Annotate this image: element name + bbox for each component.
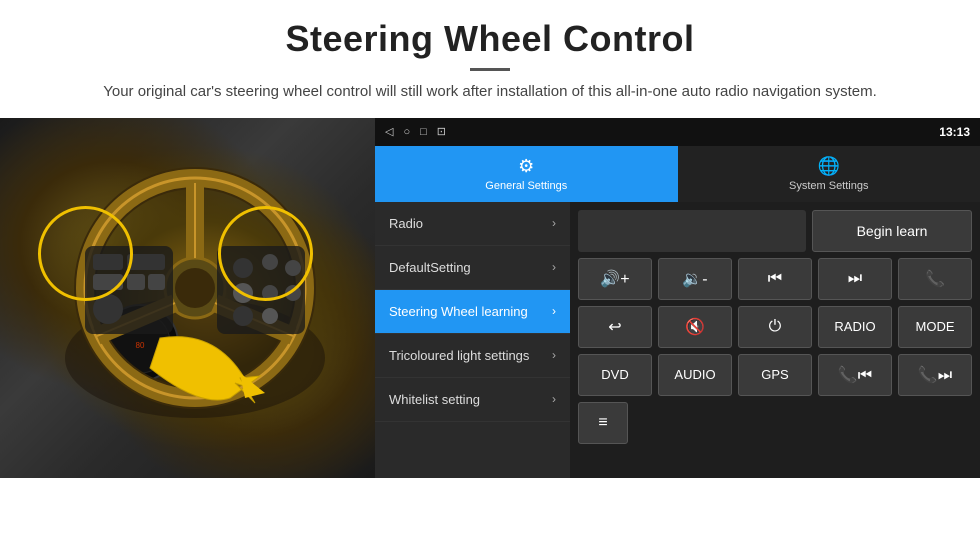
tab-system-label: System Settings — [789, 180, 868, 192]
menu-item-default[interactable]: DefaultSetting › — [375, 246, 570, 290]
tab-system[interactable]: 🌐 System Settings — [678, 146, 980, 202]
hamburger-icon: ≡ — [598, 414, 607, 432]
radio-button[interactable]: RADIO — [818, 306, 892, 348]
gps-button[interactable]: GPS — [738, 354, 812, 396]
prev-call-button[interactable]: 📞⏮ — [818, 354, 892, 396]
system-settings-icon: 🌐 — [818, 156, 840, 177]
highlight-right — [218, 206, 313, 301]
title-divider — [470, 68, 510, 71]
phone-button[interactable]: 📞 — [898, 258, 972, 300]
power-button[interactable]: ⏻ — [738, 306, 812, 348]
nav-cast[interactable]: ⊡ — [437, 125, 446, 138]
nav-home[interactable]: ○ — [403, 126, 410, 138]
menu-default-label: DefaultSetting — [389, 260, 471, 275]
subtitle-text: Your original car's steering wheel contr… — [60, 81, 920, 104]
phone-icon: 📞 — [925, 269, 945, 289]
menu-item-radio[interactable]: Radio › — [375, 202, 570, 246]
menu-tricoloured-label: Tricoloured light settings — [389, 348, 529, 363]
arrow-svg — [140, 318, 270, 418]
hook-button[interactable]: ↩ — [578, 306, 652, 348]
key-display — [578, 210, 806, 252]
vol-up-icon: 🔊+ — [600, 269, 629, 289]
page-title: Steering Wheel Control — [60, 18, 920, 60]
mode-button[interactable]: MODE — [898, 306, 972, 348]
chevron-icon: › — [552, 348, 556, 362]
menu-radio-label: Radio — [389, 216, 423, 231]
general-settings-icon: ⚙ — [518, 156, 534, 177]
nav-buttons: ◁ ○ □ ⊡ — [385, 125, 446, 138]
tab-bar: ⚙ General Settings 🌐 System Settings — [375, 146, 980, 202]
tab-general[interactable]: ⚙ General Settings — [375, 146, 678, 202]
controls-row-3: DVD AUDIO GPS 📞⏮ 📞⏭ — [578, 354, 972, 396]
chevron-icon: › — [552, 216, 556, 230]
nav-recent[interactable]: □ — [420, 126, 427, 138]
right-controls: Begin learn 🔊+ 🔉- ⏮ ⏭ — [570, 202, 980, 478]
menu-item-steering[interactable]: Steering Wheel learning › — [375, 290, 570, 334]
controls-row-1: 🔊+ 🔉- ⏮ ⏭ 📞 — [578, 258, 972, 300]
content-area: Radio › DefaultSetting › Steering Wheel … — [375, 202, 980, 478]
next-track-icon: ⏭ — [848, 270, 862, 288]
status-bar: ◁ ○ □ ⊡ 13:13 — [375, 118, 980, 146]
main-content: 80 — [0, 118, 980, 478]
menu-whitelist-label: Whitelist setting — [389, 392, 480, 407]
power-icon: ⏻ — [769, 318, 782, 336]
nav-back[interactable]: ◁ — [385, 125, 393, 138]
top-row: Begin learn — [578, 210, 972, 252]
menu-icon-button[interactable]: ≡ — [578, 402, 628, 444]
chevron-icon: › — [552, 260, 556, 274]
left-menu: Radio › DefaultSetting › Steering Wheel … — [375, 202, 570, 478]
prev-call-icon: 📞⏮ — [838, 365, 872, 385]
menu-item-whitelist[interactable]: Whitelist setting › — [375, 378, 570, 422]
menu-steering-label: Steering Wheel learning — [389, 304, 528, 319]
next-call-button[interactable]: 📞⏭ — [898, 354, 972, 396]
status-time: 13:13 — [939, 125, 970, 139]
tab-general-label: General Settings — [485, 180, 567, 192]
menu-item-tricoloured[interactable]: Tricoloured light settings › — [375, 334, 570, 378]
vol-down-button[interactable]: 🔉- — [658, 258, 732, 300]
mute-button[interactable]: 🔇 — [658, 306, 732, 348]
audio-button[interactable]: AUDIO — [658, 354, 732, 396]
prev-track-icon: ⏮ — [768, 270, 782, 288]
steering-wheel-image: 80 — [0, 118, 375, 478]
chevron-icon: › — [552, 392, 556, 406]
mute-icon: 🔇 — [685, 317, 705, 337]
chevron-icon: › — [552, 304, 556, 318]
prev-track-button[interactable]: ⏮ — [738, 258, 812, 300]
bottom-icon-row: ≡ — [578, 402, 972, 444]
header-section: Steering Wheel Control Your original car… — [0, 0, 980, 118]
vol-down-icon: 🔉- — [682, 269, 707, 289]
begin-learn-button[interactable]: Begin learn — [812, 210, 972, 252]
next-track-button[interactable]: ⏭ — [818, 258, 892, 300]
vol-up-button[interactable]: 🔊+ — [578, 258, 652, 300]
dvd-button[interactable]: DVD — [578, 354, 652, 396]
right-panel: ◁ ○ □ ⊡ 13:13 ⚙ General Settings 🌐 Syste… — [375, 118, 980, 478]
hook-icon: ↩ — [608, 317, 621, 337]
next-call-icon: 📞⏭ — [918, 365, 952, 385]
highlight-left — [38, 206, 133, 301]
controls-row-2: ↩ 🔇 ⏻ RADIO MODE — [578, 306, 972, 348]
